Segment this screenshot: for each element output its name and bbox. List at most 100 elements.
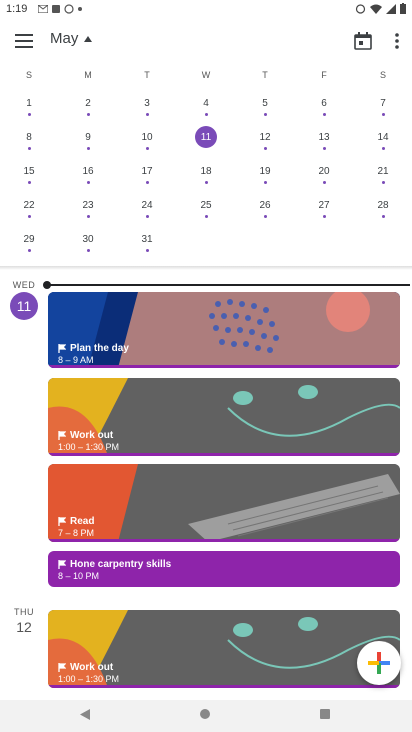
weekday-header: T <box>262 70 268 80</box>
schedule-date-wed[interactable]: WED 11 <box>8 280 40 320</box>
event-time: 8 – 9 AM <box>58 355 94 365</box>
event-dot <box>86 181 90 184</box>
event-title-text: Work out <box>70 662 114 673</box>
month-grid: S M T W T F S 1 2 3 4 5 6 7 8 9 10 11 12 13 14 15 16 17 18 19 20 21… <box>0 66 412 264</box>
event-dot <box>204 113 208 116</box>
menu-button[interactable] <box>12 30 36 52</box>
weekday-header: S <box>25 70 32 80</box>
day-cell[interactable]: 9 <box>73 132 103 143</box>
day-cell[interactable]: 4 <box>191 98 221 109</box>
day-cell[interactable]: 2 <box>73 98 103 109</box>
today-button[interactable] <box>352 30 374 52</box>
event-dot <box>204 215 208 218</box>
event-dot <box>27 181 31 184</box>
day-cell[interactable]: 15 <box>14 166 44 177</box>
back-icon[interactable] <box>80 709 90 720</box>
event-title: Read <box>58 516 94 527</box>
event-dot <box>322 147 326 150</box>
event-title: Plan the day <box>58 343 129 354</box>
day-cell[interactable]: 23 <box>73 200 103 211</box>
day-cell[interactable]: 20 <box>309 166 339 177</box>
alarm-icon <box>355 4 366 14</box>
day-cell[interactable]: 5 <box>250 98 280 109</box>
dot-icon <box>78 7 82 11</box>
day-cell[interactable]: 14 <box>368 132 398 143</box>
day-cell[interactable]: 8 <box>14 132 44 143</box>
event-dot <box>27 113 31 116</box>
event-card-work-out[interactable]: Work out 1:00 – 1:30 PM <box>48 378 400 456</box>
weekday-header: T <box>144 70 150 80</box>
new-event-fab[interactable] <box>357 641 401 685</box>
event-dot <box>322 181 326 184</box>
day-cell[interactable]: 6 <box>309 98 339 109</box>
event-card-plan-the-day[interactable]: Plan the day 8 – 9 AM <box>48 292 400 368</box>
weekday-header: S <box>379 70 386 80</box>
event-dot <box>263 181 267 184</box>
day-cell[interactable]: 22 <box>14 200 44 211</box>
day-cell[interactable]: 27 <box>309 200 339 211</box>
day-cell[interactable]: 18 <box>191 166 221 177</box>
day-cell[interactable]: 29 <box>14 234 44 245</box>
weekday-header: M <box>84 70 92 80</box>
event-title-text: Plan the day <box>70 343 129 354</box>
event-dot <box>145 113 149 116</box>
day-cell[interactable]: 21 <box>368 166 398 177</box>
status-bar: 1:19 <box>0 0 412 22</box>
triangle-up-icon <box>84 35 93 42</box>
event-dot <box>322 215 326 218</box>
event-title: Work out <box>58 662 113 673</box>
day-cell[interactable]: 24 <box>132 200 162 211</box>
event-title: Work out <box>58 430 113 441</box>
day-cell[interactable]: 26 <box>250 200 280 211</box>
day-cell-selected[interactable]: 11 <box>195 126 217 148</box>
event-dot <box>263 113 267 116</box>
flag-icon <box>58 663 66 672</box>
battery-icon <box>400 3 406 14</box>
event-background-illustration <box>48 292 400 368</box>
day-cell[interactable]: 28 <box>368 200 398 211</box>
event-underline <box>48 685 400 688</box>
month-dropdown[interactable]: May <box>50 30 93 47</box>
home-icon[interactable] <box>200 709 210 719</box>
day-cell[interactable]: 3 <box>132 98 162 109</box>
day-cell[interactable]: 17 <box>132 166 162 177</box>
day-cell[interactable]: 10 <box>132 132 162 143</box>
day-cell[interactable]: 31 <box>132 234 162 245</box>
event-title: Hone carpentry skills <box>58 559 171 570</box>
event-dot <box>27 147 31 150</box>
status-time: 1:19 <box>6 3 28 15</box>
event-card-work-out-thu[interactable]: Work out 1:00 – 1:30 PM <box>48 610 400 688</box>
day-cell[interactable]: 1 <box>14 98 44 109</box>
day-cell[interactable]: 19 <box>250 166 280 177</box>
event-dot <box>381 215 385 218</box>
storage-icon <box>52 5 60 13</box>
hamburger-icon <box>15 34 33 48</box>
day-cell[interactable]: 30 <box>73 234 103 245</box>
recents-icon[interactable] <box>320 709 330 719</box>
event-time: 1:00 – 1:30 PM <box>58 674 120 684</box>
event-card-hone-carpentry-skills[interactable]: Hone carpentry skills 8 – 10 PM <box>48 551 400 587</box>
event-time: 7 – 8 PM <box>58 528 95 538</box>
weekday-label: WED <box>12 280 36 290</box>
day-cell[interactable]: 12 <box>250 132 280 143</box>
event-dot <box>381 181 385 184</box>
app-bar: May <box>0 22 412 60</box>
event-underline <box>48 539 400 542</box>
event-dot <box>204 181 208 184</box>
system-nav-bar <box>0 700 412 732</box>
day-cell[interactable]: 16 <box>73 166 103 177</box>
schedule-date-thu[interactable]: THU 12 <box>8 607 40 635</box>
event-dot <box>263 215 267 218</box>
event-dot <box>86 249 90 252</box>
more-options-button[interactable] <box>390 30 404 52</box>
day-cell[interactable]: 25 <box>191 200 221 211</box>
event-underline <box>48 365 400 368</box>
day-cell[interactable]: 13 <box>309 132 339 143</box>
sync-icon <box>64 4 74 14</box>
event-card-read[interactable]: Read 7 – 8 PM <box>48 464 400 542</box>
month-label: May <box>50 30 79 47</box>
signal-icon <box>386 3 396 14</box>
flag-icon <box>58 517 66 526</box>
day-cell[interactable]: 7 <box>368 98 398 109</box>
event-dot <box>27 249 31 252</box>
